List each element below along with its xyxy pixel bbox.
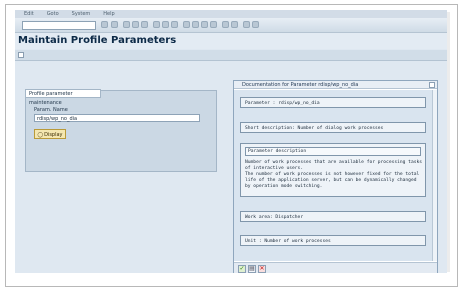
back-icon[interactable]	[123, 21, 130, 28]
menu-edit[interactable]: Edit	[24, 11, 34, 17]
description-line: Number of work processes that are availa…	[245, 160, 423, 165]
cancel-icon[interactable]: ✕	[258, 265, 266, 273]
unit-box: Unit : Number of work processes	[240, 235, 426, 246]
menu-goto[interactable]: Goto	[47, 11, 59, 17]
find-next-icon[interactable]	[171, 21, 178, 28]
layout-menu-icon[interactable]	[252, 21, 259, 28]
title-bar: Maintain Profile Parameters	[15, 33, 447, 49]
description-line: The number of work processes is not howe…	[245, 172, 420, 177]
menu-bar: Edit Goto System Help	[15, 10, 447, 18]
description-line: of interactive users.	[245, 166, 304, 171]
exit-icon[interactable]	[132, 21, 139, 28]
parameter-text: Parameter : rdisp/wp_no_dia	[245, 101, 320, 106]
document-icon[interactable]	[18, 52, 24, 58]
enter-icon[interactable]	[101, 21, 108, 28]
last-page-icon[interactable]	[210, 21, 217, 28]
parameter-box: Parameter : rdisp/wp_no_dia	[240, 97, 426, 108]
description-line: life of the application server, but can …	[245, 178, 417, 183]
sap-window: Edit Goto System Help Maintain Profile Para…	[15, 10, 447, 273]
command-field[interactable]	[22, 21, 96, 30]
param-name-input[interactable]: rdisp/wp_no_dia	[34, 114, 200, 122]
work-area-text: Work area: Dispatcher	[245, 215, 304, 220]
display-button[interactable]: ◯ Display	[34, 129, 66, 139]
dialog-scrollbar[interactable]	[432, 90, 437, 261]
shortcut-icon[interactable]	[231, 21, 238, 28]
cancel-icon[interactable]	[141, 21, 148, 28]
previous-page-icon[interactable]	[192, 21, 199, 28]
help-icon[interactable]	[243, 21, 250, 28]
find-icon[interactable]	[162, 21, 169, 28]
page-title: Maintain Profile Parameters	[18, 35, 177, 46]
panel-tab: Profile parameter maintenance	[25, 89, 101, 106]
short-description-box: Short description: Number of dialog work…	[240, 122, 426, 133]
dialog-footer: ✓ ▤ ✕	[234, 262, 437, 273]
dialog-title: Documentation for Parameter rdisp/wp_no_…	[234, 81, 437, 89]
print-icon[interactable]	[153, 21, 160, 28]
check-icon[interactable]: ✓	[238, 265, 246, 273]
application-toolbar	[15, 50, 447, 61]
short-description-text: Short description: Number of dialog work…	[245, 126, 384, 131]
description-line: by operation mode switching.	[245, 184, 323, 189]
next-page-icon[interactable]	[201, 21, 208, 28]
frame-shadow	[447, 12, 450, 272]
close-icon[interactable]	[429, 82, 435, 88]
display-button-label: Display	[44, 132, 63, 138]
first-page-icon[interactable]	[183, 21, 190, 28]
description-header: Parameter description	[245, 147, 421, 156]
parameter-description-box: Parameter description Number of work pro…	[240, 143, 426, 197]
print-icon[interactable]: ▤	[248, 265, 256, 273]
documentation-dialog: Documentation for Parameter rdisp/wp_no_…	[233, 80, 438, 273]
new-session-icon[interactable]	[222, 21, 229, 28]
save-icon[interactable]	[111, 21, 118, 28]
standard-toolbar	[15, 18, 447, 33]
menu-system[interactable]: System	[72, 11, 91, 17]
menu-help[interactable]: Help	[103, 11, 114, 17]
unit-text: Unit : Number of work processes	[245, 239, 331, 244]
dialog-body: Parameter : rdisp/wp_no_dia Short descri…	[234, 90, 433, 261]
work-area-box: Work area: Dispatcher	[240, 211, 426, 222]
